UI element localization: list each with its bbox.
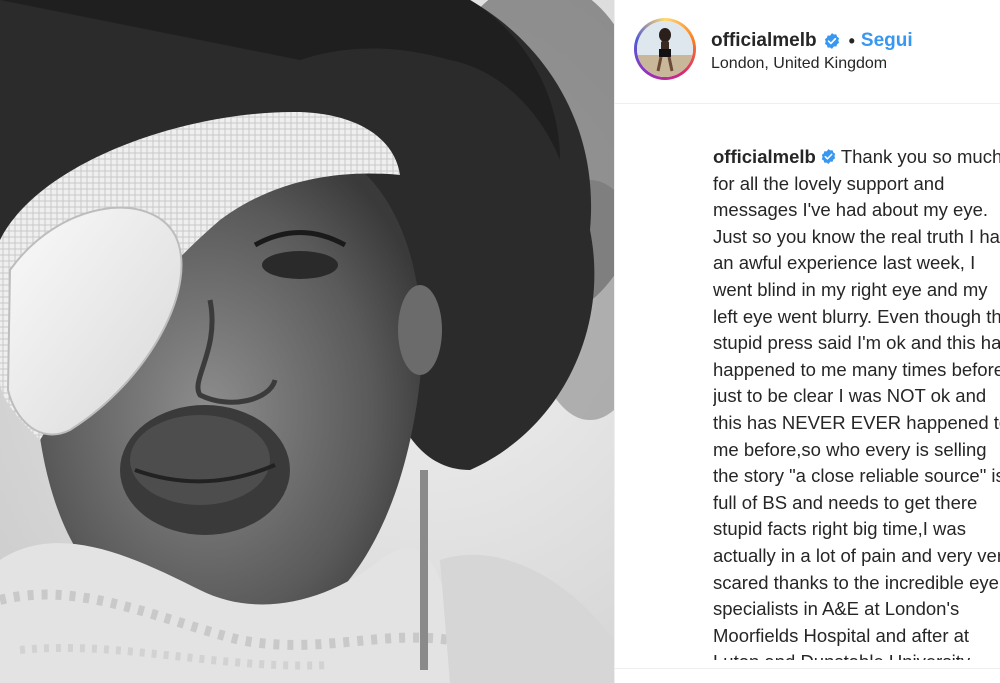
follow-button[interactable]: Segui [861,30,913,52]
avatar[interactable] [637,21,693,77]
caption: officialmelb Thank you so much for all t… [713,144,1000,660]
username-link[interactable]: officialmelb [711,30,817,52]
caption-text: Thank you so much for all the lovely sup… [713,146,1000,660]
header-separator: • [848,30,855,51]
post-photo[interactable] [0,0,614,683]
post-header: officialmelb • Segui London, United King… [615,0,1000,104]
verified-badge-icon [821,149,835,164]
caption-username-link[interactable]: officialmelb [713,146,816,167]
location-link[interactable]: London, United Kingdom [711,55,887,73]
divider [615,668,1000,669]
selfie-photo-image [0,0,614,683]
post-sidebar: officialmelb • Segui London, United King… [614,0,1000,683]
story-ring[interactable] [634,18,696,80]
avatar-image [637,21,693,77]
verified-badge-icon [824,33,839,49]
caption-area[interactable]: officialmelb Thank you so much for all t… [713,144,1000,660]
